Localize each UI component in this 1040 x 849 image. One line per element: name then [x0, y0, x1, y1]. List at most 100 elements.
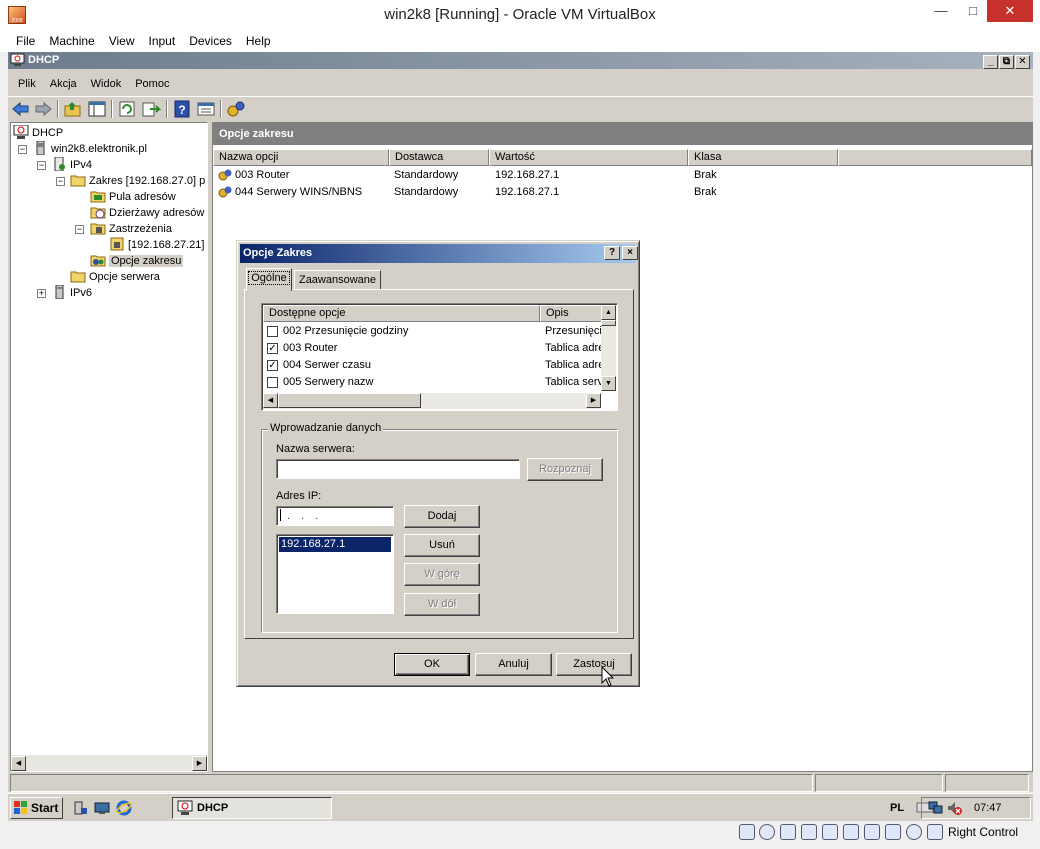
- menu-plik[interactable]: Plik: [11, 74, 43, 94]
- start-button[interactable]: Start: [10, 797, 63, 819]
- display-icon[interactable]: [843, 824, 859, 840]
- tree-node-reservation[interactable]: [192.168.27.21]: [109, 237, 204, 253]
- menu-machine[interactable]: Machine: [42, 30, 101, 52]
- scroll-right-button[interactable]: ▶: [192, 756, 207, 771]
- server-manager-icon[interactable]: [72, 800, 88, 816]
- move-down-button[interactable]: W dół: [404, 593, 480, 616]
- scroll-thumb[interactable]: [278, 393, 421, 408]
- tree-expander[interactable]: +: [37, 289, 46, 298]
- list-item[interactable]: ✓ 004 Serwer czasu Tablica adre: [267, 357, 604, 374]
- show-tree-icon[interactable]: [87, 100, 107, 118]
- network-icon[interactable]: [928, 800, 944, 816]
- show-desktop-icon[interactable]: [94, 800, 110, 816]
- hard-disk-icon[interactable]: [739, 824, 755, 840]
- tree-node-dhcp[interactable]: DHCP: [13, 125, 63, 141]
- table-row[interactable]: 044 Serwery WINS/NBNS Standardowy 192.16…: [217, 184, 1027, 201]
- tree-node-reservations[interactable]: Zastrzeżenia: [90, 221, 172, 237]
- tree-node-scope[interactable]: Zakres [192.168.27.0] p: [70, 173, 205, 189]
- taskbar-dhcp-button[interactable]: DHCP: [172, 797, 332, 819]
- list-item[interactable]: 192.168.27.1: [279, 537, 391, 552]
- help-icon[interactable]: ?: [172, 100, 192, 118]
- back-icon[interactable]: [11, 100, 31, 118]
- clock[interactable]: 07:47: [974, 798, 1002, 818]
- scroll-left-button[interactable]: ◀: [11, 756, 26, 771]
- column-header-value[interactable]: Wartość: [489, 149, 688, 166]
- ip-address-input[interactable]: . . .: [276, 506, 394, 526]
- menu-view[interactable]: View: [102, 30, 142, 52]
- option-checkbox[interactable]: [267, 377, 278, 388]
- mdi-close-button[interactable]: ✕: [1015, 55, 1030, 69]
- column-header-name[interactable]: Nazwa opcji: [213, 149, 389, 166]
- tree-node-server[interactable]: win2k8.elektronik.pl: [32, 141, 147, 157]
- list-item[interactable]: ✓ 003 Router Tablica adre: [267, 340, 604, 357]
- refresh-icon[interactable]: [117, 100, 137, 118]
- server-name-input[interactable]: [276, 459, 520, 479]
- table-row[interactable]: 003 Router Standardowy 192.168.27.1 Brak: [217, 167, 1027, 184]
- scroll-left-button[interactable]: ◀: [263, 393, 278, 408]
- move-up-button[interactable]: W górę: [404, 563, 480, 586]
- keyboard-capture-icon[interactable]: [927, 824, 943, 840]
- tab-advanced[interactable]: Zaawansowane: [294, 270, 381, 290]
- dialog-help-button[interactable]: ?: [604, 246, 620, 260]
- tree-expander[interactable]: −: [56, 177, 65, 186]
- internet-explorer-icon[interactable]: [116, 800, 132, 816]
- scroll-up-button[interactable]: ▲: [601, 305, 616, 320]
- tree-expander[interactable]: −: [37, 161, 46, 170]
- optical-drive-icon[interactable]: [759, 824, 775, 840]
- option-checkbox[interactable]: [267, 326, 278, 337]
- dialog-close-button[interactable]: ×: [622, 246, 638, 260]
- ok-button[interactable]: OK: [394, 653, 470, 676]
- tree-horizontal-scrollbar[interactable]: ◀ ▶: [11, 754, 207, 771]
- list-vertical-scrollbar[interactable]: ▲ ▼: [601, 305, 616, 391]
- ip-address-list[interactable]: 192.168.27.1: [276, 534, 394, 614]
- menu-widok[interactable]: Widok: [84, 74, 129, 94]
- volume-muted-icon[interactable]: [946, 800, 962, 816]
- apply-button[interactable]: Zastosuj: [556, 653, 632, 676]
- mdi-minimize-button[interactable]: _: [983, 55, 998, 69]
- column-header-vendor[interactable]: Dostawca: [389, 149, 489, 166]
- dhcp-options-icon[interactable]: [226, 100, 246, 118]
- column-header-available-options[interactable]: Dostępne opcje: [263, 305, 540, 322]
- up-folder-icon[interactable]: [63, 100, 83, 118]
- export-icon[interactable]: [141, 100, 161, 118]
- close-button[interactable]: ✕: [987, 0, 1033, 22]
- add-button[interactable]: Dodaj: [404, 505, 480, 528]
- option-checkbox[interactable]: ✓: [267, 360, 278, 371]
- forward-icon[interactable]: [33, 100, 53, 118]
- column-header-class[interactable]: Klasa: [688, 149, 838, 166]
- tree-node-address-pool[interactable]: Pula adresów: [90, 189, 176, 205]
- scroll-thumb[interactable]: [601, 320, 616, 326]
- list-item[interactable]: 002 Przesunięcie godziny Przesunięci: [267, 323, 602, 340]
- shared-folders-icon[interactable]: [822, 824, 838, 840]
- network-adapter-icon[interactable]: [780, 824, 796, 840]
- menu-help[interactable]: Help: [239, 30, 278, 52]
- menu-pomoc[interactable]: Pomoc: [128, 74, 176, 94]
- tree-node-leases[interactable]: Dzierżawy adresów: [90, 205, 204, 221]
- usb-icon[interactable]: [801, 824, 817, 840]
- menu-devices[interactable]: Devices: [182, 30, 239, 52]
- tree-expander[interactable]: −: [18, 145, 27, 154]
- list-item[interactable]: 005 Serwery nazw Tablica serv: [267, 374, 603, 391]
- tab-general[interactable]: Ogólne: [246, 268, 292, 291]
- video-capture-icon[interactable]: [864, 824, 880, 840]
- available-options-list[interactable]: Dostępne opcje Opis 002 Przesunięcie god…: [261, 303, 618, 411]
- tree-expander[interactable]: −: [75, 225, 84, 234]
- tree-node-ipv4[interactable]: IPv4: [51, 157, 92, 173]
- mouse-integration-icon[interactable]: [906, 824, 922, 840]
- cpu-icon[interactable]: [885, 824, 901, 840]
- resolve-button[interactable]: Rozpoznaj: [527, 458, 603, 481]
- mdi-restore-button[interactable]: ⧉: [999, 55, 1014, 69]
- language-indicator[interactable]: PL: [890, 797, 904, 819]
- cancel-button[interactable]: Anuluj: [475, 653, 552, 676]
- tree-node-server-options[interactable]: Opcje serwera: [70, 269, 160, 285]
- menu-akcja[interactable]: Akcja: [43, 74, 84, 94]
- tree-node-ipv6[interactable]: IPv6: [51, 285, 92, 301]
- scroll-right-button[interactable]: ▶: [586, 393, 601, 408]
- properties-icon[interactable]: [196, 100, 216, 118]
- column-header-description[interactable]: Opis: [540, 305, 602, 322]
- scroll-down-button[interactable]: ▼: [601, 376, 616, 391]
- menu-input[interactable]: Input: [142, 30, 183, 52]
- remove-button[interactable]: Usuń: [404, 534, 480, 557]
- list-horizontal-scrollbar[interactable]: ◀ ▶: [263, 393, 601, 409]
- menu-file[interactable]: File: [9, 30, 42, 52]
